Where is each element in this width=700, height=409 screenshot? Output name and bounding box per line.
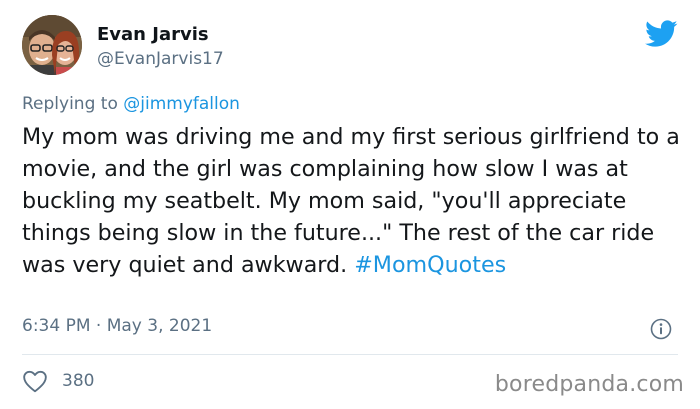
replying-to: Replying to @jimmyfallon: [22, 94, 240, 114]
tweet-date: May 3, 2021: [106, 316, 213, 336]
avatar[interactable]: [22, 15, 82, 75]
reply-mention-link[interactable]: @jimmyfallon: [123, 94, 240, 114]
heart-icon: [23, 370, 47, 393]
tweet-timestamp[interactable]: 6:34 PM · May 3, 2021: [22, 316, 212, 336]
avatar-photo: [22, 15, 82, 75]
author-name[interactable]: Evan Jarvis: [97, 24, 209, 45]
info-icon[interactable]: [650, 318, 672, 340]
tweet-time: 6:34 PM: [22, 316, 91, 336]
like-count: 380: [62, 371, 95, 391]
hashtag-link[interactable]: #MomQuotes: [354, 252, 506, 278]
divider: [22, 354, 678, 355]
author-handle[interactable]: @EvanJarvis17: [97, 49, 224, 69]
watermark-text: boredpanda.com: [494, 372, 684, 397]
meta-separator: ·: [90, 316, 107, 336]
replying-to-label: Replying to: [22, 94, 124, 114]
tweet-body: My mom was driving me and my first serio…: [22, 124, 680, 278]
twitter-bird-icon[interactable]: [645, 20, 678, 48]
like-button[interactable]: 380: [22, 369, 94, 393]
tweet-text: My mom was driving me and my first serio…: [22, 121, 692, 281]
